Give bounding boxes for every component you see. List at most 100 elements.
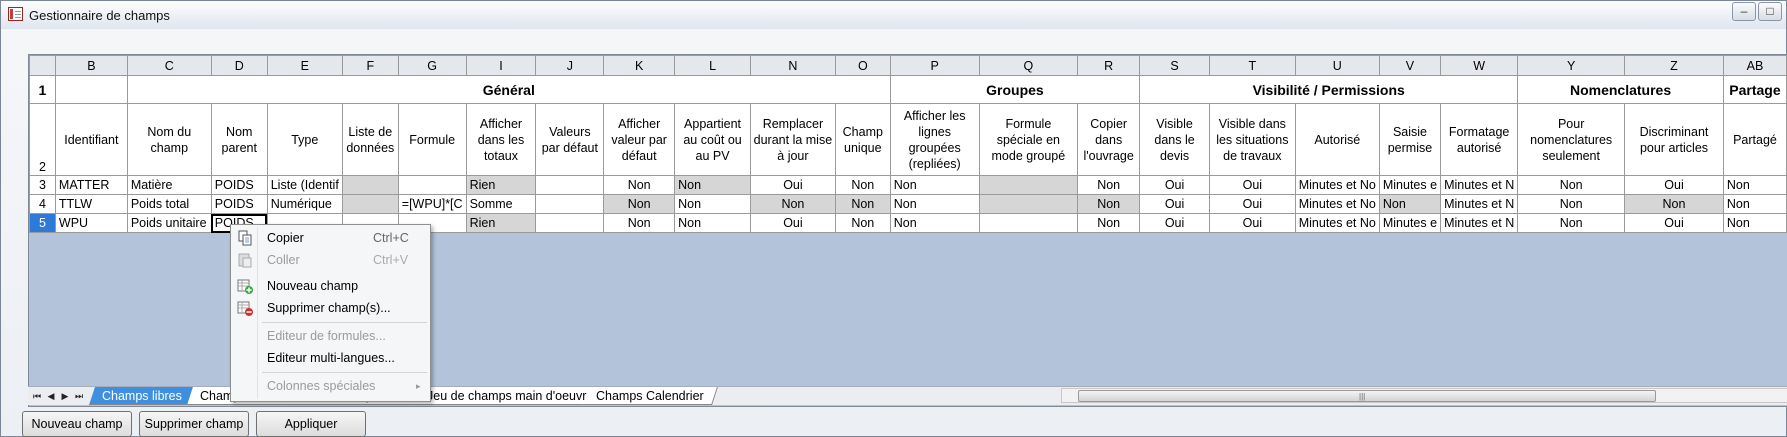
apply-button[interactable]: Appliquer — [256, 411, 366, 437]
row-number[interactable]: 5 — [29, 213, 56, 233]
table-cell[interactable]: Oui — [1624, 175, 1724, 195]
menu-item-paste[interactable]: Coller Ctrl+V — [233, 250, 428, 270]
tab-jeu-champs-main-oeuvre[interactable]: Jeu de champs main d'oeuvre — [414, 387, 608, 405]
column-letter-v[interactable]: V — [1378, 55, 1442, 76]
column-letter-p[interactable]: P — [889, 55, 980, 76]
column-letter-t[interactable]: T — [1208, 55, 1296, 76]
table-cell[interactable]: =[WPU]*[C — [397, 194, 467, 214]
column-header[interactable]: Nom du champ — [126, 103, 212, 176]
table-cell[interactable]: Minutes e — [1378, 175, 1442, 195]
first-tab-button[interactable]: ⏮ — [31, 390, 43, 402]
tab-champs-libres[interactable]: Champs libres — [89, 387, 196, 405]
column-header[interactable]: Valeurs par défaut — [535, 103, 605, 176]
corner-cell[interactable] — [29, 55, 56, 76]
table-cell[interactable]: Oui — [1208, 175, 1296, 195]
column-header[interactable]: Liste de données — [341, 103, 399, 176]
table-cell[interactable]: Non — [1077, 175, 1141, 195]
table-cell[interactable]: Non — [1722, 194, 1787, 214]
column-header[interactable]: Champ unique — [834, 103, 891, 176]
table-cell[interactable]: Minutes et N — [1440, 175, 1519, 195]
table-cell[interactable]: Oui — [1624, 213, 1724, 233]
table-cell[interactable]: POIDS — [210, 194, 268, 214]
prev-tab-button[interactable]: ◀ — [45, 390, 57, 402]
column-header[interactable]: Autorisé — [1294, 103, 1380, 176]
table-cell[interactable]: Non — [889, 175, 980, 195]
table-cell[interactable]: Minutes et No — [1294, 175, 1380, 195]
table-cell[interactable]: Oui — [1139, 175, 1210, 195]
row-number[interactable]: 4 — [29, 194, 56, 214]
tab-champs-calendrier[interactable]: Champs Calendrier — [583, 387, 718, 405]
table-cell[interactable]: Non — [889, 194, 980, 214]
table-cell[interactable]: WPU — [54, 213, 128, 233]
menu-item-new-field[interactable]: Nouveau champ — [233, 276, 428, 296]
delete-field-button[interactable]: Supprimer champ — [139, 411, 249, 437]
table-cell[interactable]: Numérique — [266, 194, 343, 214]
table-cell[interactable]: Non — [674, 175, 751, 195]
column-letter-n[interactable]: N — [749, 55, 836, 76]
menu-item-multilang-editor[interactable]: Editeur multi-langues... — [233, 348, 428, 368]
table-cell[interactable]: Non — [674, 213, 751, 233]
table-cell[interactable]: Non — [1077, 213, 1141, 233]
table-cell[interactable]: Non — [834, 175, 891, 195]
table-cell[interactable]: Non — [603, 175, 676, 195]
column-header[interactable]: Type — [266, 103, 343, 176]
table-cell[interactable]: Oui — [1139, 194, 1210, 214]
table-cell[interactable]: Non — [1624, 194, 1724, 214]
table-cell[interactable]: Non — [1722, 213, 1787, 233]
column-header[interactable]: Formule — [397, 103, 467, 176]
table-cell[interactable]: MATTER — [54, 175, 128, 195]
column-header[interactable]: Remplacer durant la mise à jour — [749, 103, 836, 176]
next-tab-button[interactable]: ▶ — [59, 390, 71, 402]
column-header[interactable]: Copier dans l'ouvrage — [1077, 103, 1141, 176]
column-header[interactable]: Partagé — [1722, 103, 1787, 176]
table-cell[interactable]: Oui — [1208, 194, 1296, 214]
table-cell[interactable]: Non — [1517, 175, 1626, 195]
table-cell[interactable] — [341, 194, 399, 214]
table-cell[interactable] — [341, 175, 399, 195]
row-number[interactable]: 3 — [29, 175, 56, 195]
column-header[interactable]: Nom parent — [210, 103, 268, 176]
new-field-button[interactable]: Nouveau champ — [22, 411, 132, 437]
table-cell[interactable]: Non — [889, 213, 980, 233]
column-letter-d[interactable]: D — [210, 55, 268, 76]
menu-item-formula-editor[interactable]: Editeur de formules... — [233, 326, 428, 346]
column-header[interactable]: Afficher valeur par défaut — [603, 103, 676, 176]
column-letter-l[interactable]: L — [674, 55, 751, 76]
table-cell[interactable]: Rien — [465, 213, 537, 233]
column-letter-e[interactable]: E — [266, 55, 343, 76]
table-cell[interactable] — [535, 213, 605, 233]
table-cell[interactable]: Liste (Identif — [266, 175, 343, 195]
column-letter-w[interactable]: W — [1440, 55, 1519, 76]
table-cell[interactable] — [535, 175, 605, 195]
column-letter-j[interactable]: J — [535, 55, 605, 76]
column-letter-i[interactable]: I — [465, 55, 537, 76]
table-cell[interactable]: Non — [749, 194, 836, 214]
column-header[interactable]: Visible dans les situations de travaux — [1208, 103, 1296, 176]
table-cell[interactable]: Non — [674, 194, 751, 214]
menu-item-copy[interactable]: Copier Ctrl+C — [233, 228, 428, 248]
column-letter-r[interactable]: R — [1077, 55, 1141, 76]
row-number[interactable]: 1 — [29, 75, 56, 104]
column-header[interactable]: Visible dans le devis — [1139, 103, 1210, 176]
minimize-button[interactable]: ‒ — [1732, 2, 1756, 21]
table-cell[interactable] — [978, 194, 1079, 214]
column-header[interactable]: Pour nomenclatures seulement — [1517, 103, 1626, 176]
maximize-button[interactable]: □ — [1758, 2, 1782, 21]
column-letter-b[interactable]: B — [54, 55, 128, 76]
column-letter-k[interactable]: K — [603, 55, 676, 76]
column-letter-y[interactable]: Y — [1517, 55, 1626, 76]
table-cell[interactable]: Oui — [1139, 213, 1210, 233]
column-header[interactable]: Afficher les lignes groupées (repliées) — [889, 103, 980, 176]
column-letter-z[interactable]: Z — [1624, 55, 1724, 76]
column-letter-s[interactable]: S — [1139, 55, 1210, 76]
menu-item-special-columns[interactable]: Colonnes spéciales ▸ — [233, 376, 428, 396]
column-header[interactable]: Saisie permise — [1378, 103, 1442, 176]
table-cell[interactable] — [978, 213, 1079, 233]
column-letter-q[interactable]: Q — [978, 55, 1079, 76]
table-cell[interactable]: Non — [603, 194, 676, 214]
table-cell[interactable]: Non — [834, 213, 891, 233]
table-cell[interactable]: Poids total — [126, 194, 212, 214]
column-header[interactable]: Discriminant pour articles — [1624, 103, 1724, 176]
table-cell[interactable]: Non — [603, 213, 676, 233]
column-letter-c[interactable]: C — [126, 55, 212, 76]
